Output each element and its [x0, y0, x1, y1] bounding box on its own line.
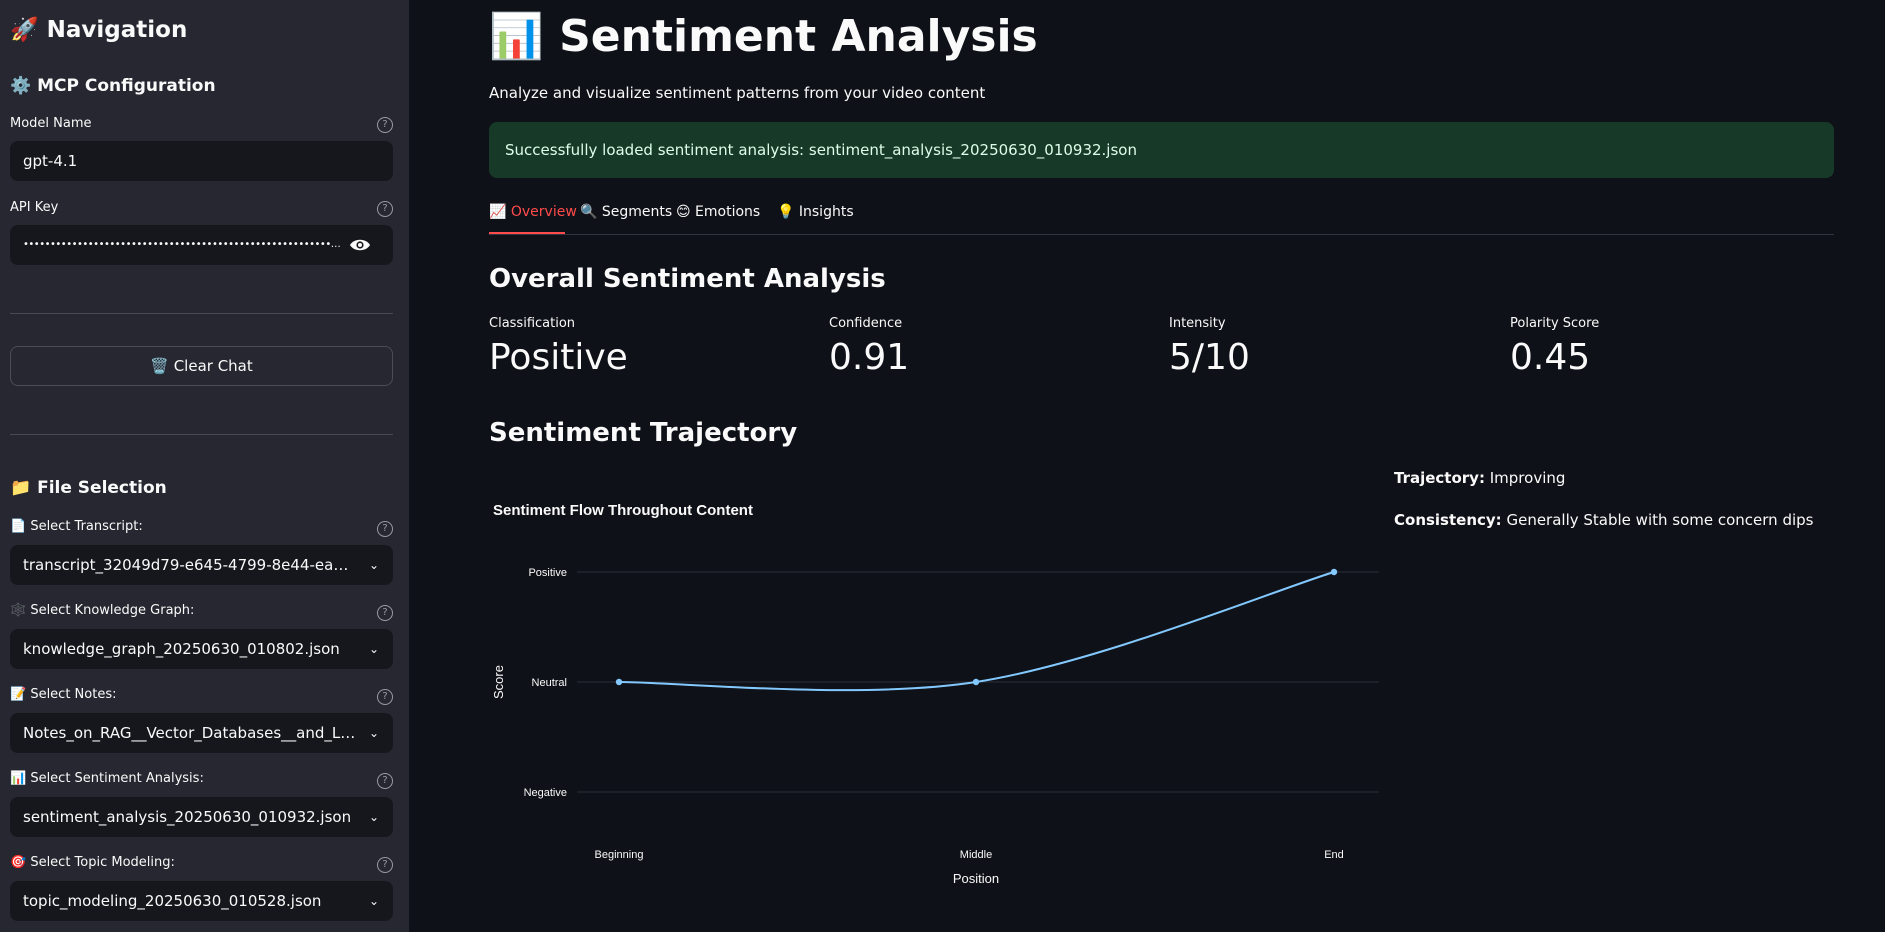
api-key-label: API Key	[10, 200, 59, 215]
select-sentiment-analysis-value: sentiment_analysis_20250630_010932.json	[23, 808, 352, 826]
x-tick-label: End	[1324, 849, 1344, 861]
trajectory-info: Trajectory: Improving	[1394, 469, 1565, 487]
model-name-label: Model Name	[10, 116, 92, 131]
metric-polarity-score: Polarity Score 0.45	[1510, 316, 1599, 378]
trajectory-value: Improving	[1489, 469, 1566, 487]
help-icon[interactable]: ?	[377, 689, 393, 705]
select-sentiment-analysis-label: 📊 Select Sentiment Analysis:	[10, 771, 204, 786]
select-transcript-value: transcript_32049d79-e645-4799-8e44-ea881…	[23, 556, 393, 574]
select-topic-modeling-label: 🎯 Select Topic Modeling:	[10, 855, 175, 870]
file-selection-heading: 📁 File Selection	[10, 478, 167, 498]
select-topic-modeling-value: topic_modeling_20250630_010528.json	[23, 892, 322, 910]
page-subtitle: Analyze and visualize sentiment patterns…	[489, 84, 986, 102]
select-transcript-label: 📄 Select Transcript:	[10, 519, 143, 534]
metric-label: Confidence	[829, 316, 903, 331]
sentiment-flow-chart: Sentiment Flow Throughout Content Negativ…	[491, 502, 1379, 886]
select-knowledge-graph-dropdown[interactable]: knowledge_graph_20250630_010802.json ⌄	[10, 629, 393, 669]
help-icon[interactable]: ?	[377, 605, 393, 621]
select-notes-label: 📝 Select Notes:	[10, 687, 117, 702]
trajectory-label: Trajectory:	[1394, 469, 1485, 487]
sidebar: 🚀 Navigation ⚙️ MCP Configuration Model …	[0, 0, 409, 932]
chevron-down-icon: ⌄	[368, 726, 379, 740]
y-tick-label: Positive	[528, 567, 567, 579]
show-password-eye-icon[interactable]	[349, 236, 399, 258]
api-key-input[interactable]: ••••••••••••••••••••••••••••••••••••••••…	[10, 225, 393, 265]
x-tick-label: Beginning	[595, 849, 644, 861]
metric-classification: Classification Positive	[489, 316, 628, 378]
data-point	[972, 678, 980, 686]
metric-value: 5/10	[1169, 337, 1250, 378]
chart-title: Sentiment Flow Throughout Content	[493, 502, 753, 519]
help-icon[interactable]: ?	[377, 857, 393, 873]
metric-value: Positive	[489, 337, 628, 378]
clear-chat-button[interactable]: 🗑️ Clear Chat	[10, 346, 393, 386]
help-icon[interactable]: ?	[377, 117, 393, 133]
select-notes-value: Notes_on_RAG__Vector_Databases__and_LL..…	[23, 724, 363, 742]
metric-label: Intensity	[1169, 316, 1226, 331]
x-axis-title: Position	[953, 871, 999, 886]
metric-value: 0.91	[829, 337, 910, 378]
active-tab-indicator	[489, 232, 565, 234]
y-tick-label: Neutral	[532, 677, 567, 689]
y-tick-label: Negative	[524, 787, 567, 799]
sidebar-title: 🚀 Navigation	[10, 17, 188, 43]
data-point	[615, 678, 623, 686]
metric-value: 0.45	[1510, 337, 1591, 378]
select-sentiment-analysis-dropdown[interactable]: sentiment_analysis_20250630_010932.json …	[10, 797, 393, 837]
y-axis-title: Score	[491, 665, 506, 699]
sidebar-divider	[10, 313, 393, 314]
chevron-down-icon: ⌄	[368, 810, 379, 824]
tab-insights[interactable]: 💡 Insights	[777, 204, 854, 220]
consistency-label: Consistency:	[1394, 511, 1502, 529]
select-knowledge-graph-label: 🕸️ Select Knowledge Graph:	[10, 603, 195, 618]
overall-sentiment-heading: Overall Sentiment Analysis	[489, 264, 886, 294]
select-knowledge-graph-value: knowledge_graph_20250630_010802.json	[23, 640, 340, 658]
consistency-info: Consistency: Generally Stable with some …	[1394, 511, 1813, 529]
data-point	[1330, 568, 1338, 576]
x-tick-label: Middle	[960, 849, 992, 861]
sentiment-series-line	[618, 571, 1335, 692]
select-topic-modeling-dropdown[interactable]: topic_modeling_20250630_010528.json ⌄	[10, 881, 393, 921]
tab-emotions[interactable]: 😊 Emotions	[676, 204, 760, 220]
sidebar-divider	[10, 434, 393, 435]
metric-confidence: Confidence 0.91	[829, 316, 909, 378]
metric-intensity: Intensity 5/10	[1169, 316, 1250, 378]
chevron-down-icon: ⌄	[368, 642, 379, 656]
main-content: 📊 Sentiment Analysis Analyze and visuali…	[409, 0, 1885, 932]
tab-overview[interactable]: 📈 Overview	[489, 204, 577, 220]
help-icon[interactable]: ?	[377, 521, 393, 537]
chevron-down-icon: ⌄	[368, 558, 379, 572]
metric-label: Classification	[489, 316, 576, 331]
help-icon[interactable]: ?	[377, 201, 393, 217]
help-icon[interactable]: ?	[377, 773, 393, 789]
model-name-input[interactable]: gpt-4.1	[10, 141, 393, 181]
select-transcript-dropdown[interactable]: transcript_32049d79-e645-4799-8e44-ea881…	[10, 545, 393, 585]
sentiment-trajectory-heading: Sentiment Trajectory	[489, 418, 798, 448]
chevron-down-icon: ⌄	[368, 894, 379, 908]
mcp-config-heading: ⚙️ MCP Configuration	[10, 76, 216, 96]
success-alert: Successfully loaded sentiment analysis: …	[489, 122, 1834, 178]
page-title: 📊 Sentiment Analysis	[489, 11, 1038, 62]
tab-segments[interactable]: 🔍 Segments	[580, 204, 672, 220]
metric-label: Polarity Score	[1510, 316, 1600, 331]
select-notes-dropdown[interactable]: Notes_on_RAG__Vector_Databases__and_LL..…	[10, 713, 393, 753]
tab-bar: 📈 Overview 🔍 Segments 😊 Emotions 💡 Insig…	[489, 200, 1834, 235]
api-key-value: ••••••••••••••••••••••••••••••••••••••••…	[23, 239, 374, 250]
consistency-value: Generally Stable with some concern dips	[1506, 511, 1814, 529]
